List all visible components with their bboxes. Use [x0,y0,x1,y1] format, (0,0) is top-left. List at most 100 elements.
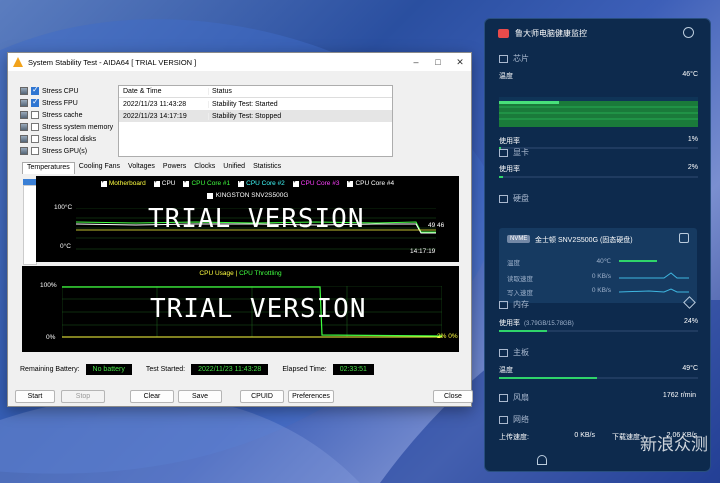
temp-end-values: 49 46 [428,222,445,229]
gear-icon[interactable] [683,27,694,38]
tab-statistics[interactable]: Statistics [249,162,285,174]
row-time: 2022/11/23 11:43:28 [119,100,209,108]
gpu-usage-label: 使用率 [499,166,520,173]
disk-temp-value: 40℃ [596,258,611,265]
chip-section-header: 芯片 [499,53,529,64]
row-status: Stability Test: Started [212,100,278,108]
board-temp-value: 49°C [682,365,698,372]
disk-name: 金士顿 SNV2S500G (固态硬盘) [535,237,633,244]
cpu-usage-graph: CPU Usage | CPU Throttling 100% 0% TRIAL… [22,266,459,352]
row-time: 2022/11/23 14:17:19 [119,112,209,120]
memory-usage-row: 使用率 (3.79GB/15.78GB) 24% [499,318,698,328]
tab-temperatures[interactable]: Temperatures [22,162,75,174]
memory-usage-fill [499,330,547,332]
table-row[interactable]: 2022/11/23 14:17:19 Stability Test: Stop… [119,110,392,122]
stress-gpu-checkbox[interactable] [31,147,39,155]
disk-section-header: 硬盘 [499,193,529,204]
stress-memory-checkbox[interactable] [31,123,39,131]
clear-button[interactable]: Clear [130,390,174,403]
test-started-value: 2022/11/23 11:43:28 [191,363,269,375]
stress-fpu-label: Stress FPU [42,99,78,107]
stress-disks-checkbox[interactable] [31,135,39,143]
maximize-button[interactable]: □ [427,53,449,71]
disk-card[interactable]: NVME 金士顿 SNV2S500G (固态硬盘) 温度 40℃ 读取速度 0 … [499,228,697,303]
minimize-button[interactable]: – [405,53,427,71]
disk-read-label: 读取速度 [507,276,533,283]
stress-cache-checkbox[interactable] [31,111,39,119]
stop-button[interactable]: Stop [61,390,105,403]
column-header-datetime[interactable]: Date & Time [119,88,209,95]
stress-fpu-option[interactable]: Stress FPU [20,97,113,109]
gpu-card-icon [499,148,508,157]
legend-cpu-core-2[interactable]: CPU Core #2 [238,178,285,187]
memory-usage-value: 24% [683,318,698,325]
gpu-usage-value: 2% [687,164,698,171]
disk-icon [20,135,28,143]
stress-memory-label: Stress system memory [42,123,114,131]
motherboard-icon [499,348,508,357]
stress-fpu-checkbox[interactable] [31,97,39,107]
legend-cpu-core-3[interactable]: CPU Core #3 [292,178,339,187]
stress-disks-option[interactable]: Stress local disks [20,133,113,145]
disk-temp-label: 温度 [507,260,520,267]
elapsed-label: Elapsed Time: [282,365,327,373]
clean-icon[interactable] [679,233,689,243]
legend-cpu-core-4[interactable]: CPU Core #4 [347,178,394,187]
network-icon [499,415,508,424]
start-button[interactable]: Start [15,390,55,403]
gpu-usage-fill [499,176,503,178]
sensor-list[interactable] [23,185,37,265]
tab-voltages[interactable]: Voltages [124,162,159,174]
board-temp-fill [499,377,597,379]
legend-motherboard[interactable]: Motherboard [100,178,146,187]
legend-cpu-core-1[interactable]: CPU Core #1 [183,178,230,187]
legend-kingston[interactable]: KINGSTON SNV2S500G [36,192,459,199]
rocket-icon[interactable] [537,455,547,465]
table-row[interactable]: 2022/11/23 11:43:28 Stability Test: Star… [119,98,392,110]
stress-gpu-option[interactable]: Stress GPU(s) [20,145,113,157]
aida64-flame-icon [13,57,23,67]
memory-icon [499,300,508,309]
watermark: 新浪众测 [640,435,708,455]
preferences-button[interactable]: Preferences [288,390,334,403]
close-button[interactable]: Close [433,390,473,403]
stress-disks-label: Stress local disks [42,135,97,143]
health-monitor-panel: 鲁大师电脑健康监控 芯片 温度 46°C 使用率 1% 显卡 使用率 2% 硬盘… [484,18,711,472]
memory-usage-label: 使用率 [499,320,520,327]
usage-axis-top: 100% [40,282,57,289]
legend-cpu[interactable]: CPU [153,178,175,187]
tab-cooling-fans[interactable]: Cooling Fans [75,162,124,174]
close-window-button[interactable]: ✕ [449,53,471,71]
stress-cache-option[interactable]: Stress cache [20,109,113,121]
chip-usage-label: 使用率 [499,138,520,145]
memory-icon [20,123,28,131]
download-label: 下载速度: [612,434,642,441]
stress-cpu-checkbox[interactable] [31,85,39,95]
board-temp-bar [499,377,698,379]
disk-temp-bar [619,260,657,262]
column-header-status[interactable]: Status [209,88,392,95]
gpu-icon [20,147,28,155]
ludashi-logo-icon [498,28,509,38]
title-bar[interactable]: System Stability Test - AIDA64 [ TRIAL V… [8,53,471,71]
tab-unified[interactable]: Unified [219,162,249,174]
stress-memory-option[interactable]: Stress system memory [20,121,113,133]
upload-value: 0 KB/s [574,432,595,439]
chip-temp-label: 温度 [499,73,513,80]
status-log-table[interactable]: Date & Time Status 2022/11/23 11:43:28 S… [118,85,393,157]
chip-temp-graph [499,97,698,127]
window-title: System Stability Test - AIDA64 [ TRIAL V… [28,57,197,67]
tab-powers[interactable]: Powers [159,162,190,174]
row-status: Stability Test: Stopped [212,112,282,120]
nvme-badge: NVME [507,235,531,243]
save-button[interactable]: Save [178,390,222,403]
fan-speed-value: 1762 r/min [662,392,696,399]
stress-cache-label: Stress cache [42,111,83,119]
board-temp-row: 温度 49°C [499,365,698,375]
tab-clocks[interactable]: Clocks [190,162,219,174]
stress-cpu-option[interactable]: Stress CPU [20,85,113,97]
gpu-usage-row: 使用率 2% [499,164,698,174]
disk-read-sparkline [619,272,689,279]
legend-cpu-throttling: CPU Throttling [239,270,282,277]
cpuid-button[interactable]: CPUID [240,390,284,403]
